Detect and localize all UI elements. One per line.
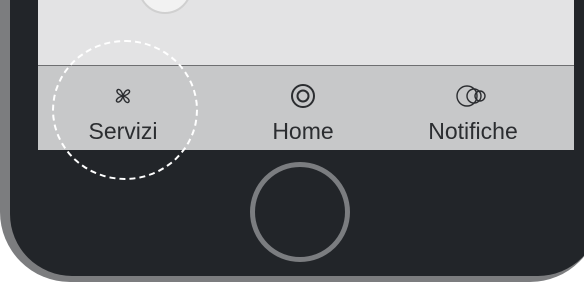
home-button[interactable] xyxy=(250,162,350,262)
flower-icon xyxy=(115,88,131,104)
tab-bar: Servizi Home Notifiche xyxy=(38,65,574,150)
screen-content xyxy=(38,0,574,65)
overlapping-circles-icon xyxy=(456,85,486,107)
target-icon xyxy=(291,84,315,108)
tab-notifiche[interactable]: Notifiche xyxy=(388,66,558,151)
tab-label-home: Home xyxy=(272,118,334,144)
tab-home[interactable]: Home xyxy=(218,66,388,151)
tab-servizi[interactable]: Servizi xyxy=(38,66,208,151)
tab-label-notifiche: Notifiche xyxy=(428,118,518,144)
partial-avatar xyxy=(138,0,192,14)
tab-label-servizi: Servizi xyxy=(88,118,158,144)
